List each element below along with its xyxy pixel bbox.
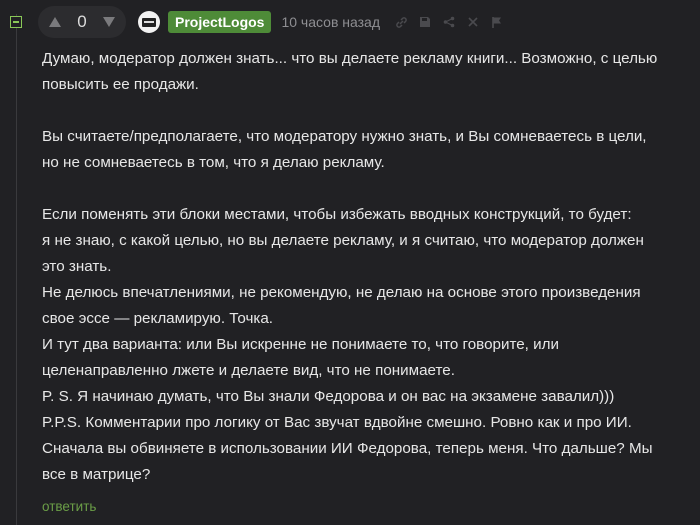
comment-line: все в матрице? bbox=[42, 466, 151, 483]
comment-line: повысить ее продажи. bbox=[42, 76, 199, 93]
upvote-button[interactable] bbox=[44, 11, 66, 33]
author-username[interactable]: ProjectLogos bbox=[168, 11, 272, 33]
report-button[interactable] bbox=[490, 15, 504, 29]
comment-line: Сначала вы обвиняете в использовании ИИ … bbox=[42, 440, 653, 457]
comment-line: Не делюсь впечатлениями, не рекомендую, … bbox=[42, 284, 641, 301]
triangle-up-icon bbox=[49, 17, 61, 27]
share-button[interactable] bbox=[442, 15, 456, 29]
save-icon bbox=[420, 17, 431, 27]
comment-line: P.P.S. Комментарии про логику от Вас зву… bbox=[42, 414, 632, 431]
comment-line: целенаправленно лжете и делаете вид, что… bbox=[42, 362, 455, 379]
collapse-thread-button[interactable] bbox=[10, 16, 22, 28]
link-button[interactable] bbox=[394, 15, 408, 29]
vote-count: 0 bbox=[77, 12, 87, 31]
comment-line: Вы считаете/предполагаете, что модератор… bbox=[42, 128, 647, 145]
save-button[interactable] bbox=[418, 15, 432, 29]
comment-timestamp[interactable]: 10 часов назад bbox=[281, 14, 380, 30]
share-icon bbox=[443, 16, 455, 28]
more-button[interactable] bbox=[466, 15, 480, 29]
avatar-icon bbox=[142, 17, 156, 27]
comment-line: И тут два варианта: или Вы искренне не п… bbox=[42, 336, 559, 353]
comment-actions bbox=[394, 15, 504, 29]
comment-line: я не знаю, с какой целью, но вы делаете … bbox=[42, 232, 644, 249]
vote-widget: 0 bbox=[38, 6, 126, 38]
comment-line: Если поменять эти блоки местами, чтобы и… bbox=[42, 206, 632, 223]
triangle-down-icon bbox=[103, 17, 115, 27]
comment-line: это знать. bbox=[42, 258, 112, 275]
link-icon bbox=[395, 16, 407, 28]
comment-line: P. S. Я начинаю думать, что Вы знали Фед… bbox=[42, 388, 615, 405]
comment-line: Думаю, модератор должен знать... что вы … bbox=[42, 50, 658, 67]
thread-line bbox=[16, 14, 17, 525]
avatar[interactable] bbox=[138, 11, 160, 33]
comment-header: 0 ProjectLogos 10 часов назад bbox=[38, 6, 688, 38]
reply-link[interactable]: ответить bbox=[42, 499, 96, 514]
comment-line: свое эссе — рекламирую. Точка. bbox=[42, 310, 274, 327]
comment-body: Думаю, модератор должен знать... что вы … bbox=[42, 46, 692, 488]
downvote-button[interactable] bbox=[98, 11, 120, 33]
comment-line: но не сомневаетесь в том, что я делаю ре… bbox=[42, 154, 385, 171]
more-icon bbox=[468, 17, 478, 27]
report-flag-icon bbox=[492, 16, 502, 28]
